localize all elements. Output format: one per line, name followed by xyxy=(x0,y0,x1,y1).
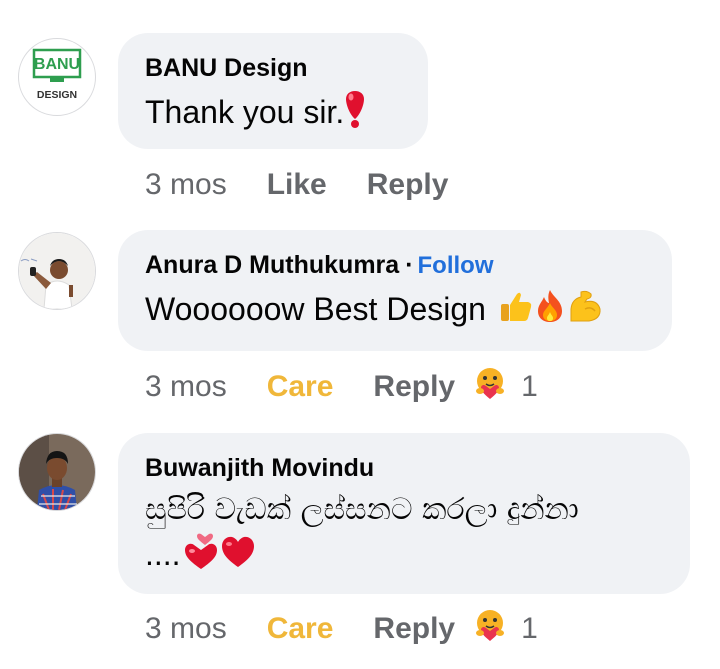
fire-icon xyxy=(533,288,567,335)
follow-button[interactable]: Follow xyxy=(418,252,494,279)
reply-button[interactable]: Reply xyxy=(373,370,455,404)
reaction-count[interactable]: 1 xyxy=(521,612,538,646)
comment-author[interactable]: BANU Design xyxy=(145,53,402,83)
logo-subtext: DESIGN xyxy=(37,89,77,101)
comment-text-row: සුපිරි වැඩක් ලස්සනට කරලා දුන්නා xyxy=(145,489,664,531)
comment-text-row: Woooooow Best Design xyxy=(145,287,646,335)
red-heart-icon xyxy=(219,532,257,581)
banu-design-logo: BANU DESIGN xyxy=(32,48,82,101)
avatar[interactable] xyxy=(18,232,96,310)
reply-button[interactable]: Reply xyxy=(367,168,449,202)
comment-actions: 3 mos Care Reply 1 xyxy=(145,367,538,407)
thumbs-up-icon xyxy=(499,289,533,334)
profile-photo xyxy=(19,434,95,510)
comment-text-ellipsis: .... xyxy=(145,535,181,572)
comment-timestamp[interactable]: 3 mos xyxy=(145,370,227,404)
comment-actions: 3 mos Like Reply xyxy=(145,165,466,205)
comment-text-row-2: .... xyxy=(145,531,664,582)
reaction-count[interactable]: 1 xyxy=(521,370,538,404)
care-reaction-icon[interactable] xyxy=(473,608,507,650)
like-button[interactable]: Like xyxy=(267,168,327,202)
care-button[interactable]: Care xyxy=(267,370,334,404)
heavy-exclamation-icon xyxy=(344,89,366,140)
logo-text: BANU xyxy=(34,56,80,73)
avatar[interactable]: BANU DESIGN xyxy=(18,38,96,116)
separator: · xyxy=(405,251,414,279)
comment-header: Anura D Muthukumra · Follow xyxy=(145,250,646,281)
comment-bubble: Anura D Muthukumra · Follow Woooooow Best … xyxy=(118,230,672,351)
care-button[interactable]: Care xyxy=(267,612,334,646)
care-reaction-icon[interactable] xyxy=(473,366,507,408)
comment-text: Woooooow Best Design xyxy=(145,291,486,327)
flexed-biceps-icon xyxy=(567,289,603,334)
comment-bubble: Buwanjith Movindu සුපිරි වැඩක් ලස්සනට කර… xyxy=(118,433,690,594)
comment-bubble: BANU Design Thank you sir. xyxy=(118,33,428,149)
comment-timestamp[interactable]: 3 mos xyxy=(145,168,227,202)
profile-photo xyxy=(19,233,95,309)
comment-actions: 3 mos Care Reply 1 xyxy=(145,609,538,649)
heart-exclamation-icon xyxy=(181,531,219,582)
avatar[interactable] xyxy=(18,433,96,511)
comment-text-row: Thank you sir. xyxy=(145,89,402,140)
comment-author[interactable]: Anura D Muthukumra xyxy=(145,251,399,279)
comment-author[interactable]: Buwanjith Movindu xyxy=(145,453,664,483)
comment-timestamp[interactable]: 3 mos xyxy=(145,612,227,646)
comment-text: Thank you sir. xyxy=(145,93,345,130)
reply-button[interactable]: Reply xyxy=(373,612,455,646)
comment-text: සුපිරි වැඩක් ලස්සනට කරලා දුන්නා xyxy=(145,492,579,527)
